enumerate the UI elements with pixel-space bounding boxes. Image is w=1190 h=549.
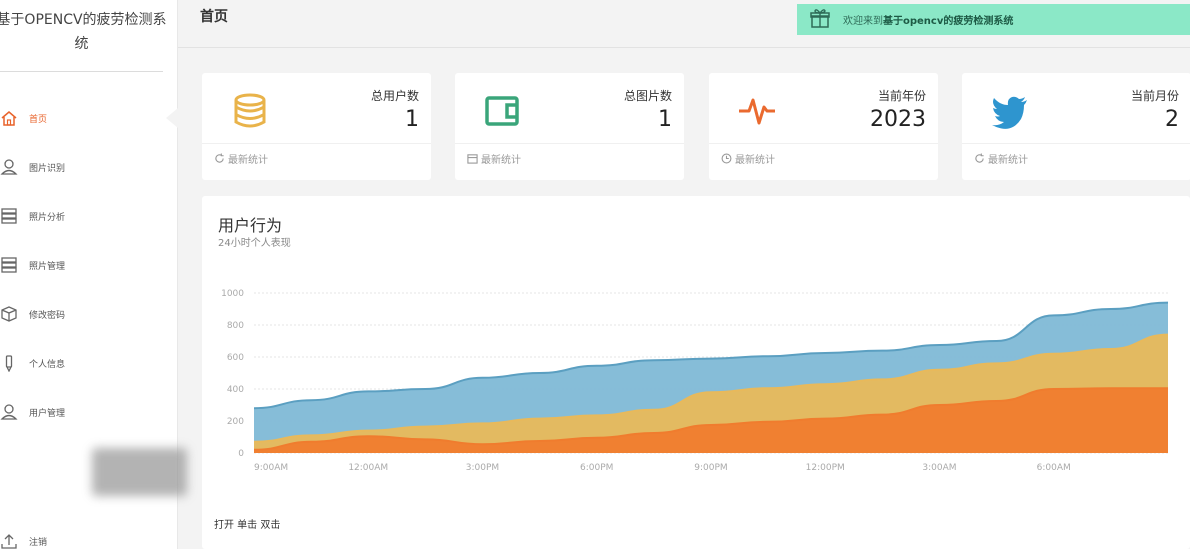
stat-footer: 最新统计 [214,151,268,166]
stat-value: 2 [1165,107,1179,132]
y-tick-label: 0 [238,449,244,459]
calendar-icon [467,154,478,164]
sidebar-item-photo-analysis[interactable]: 照片分析 [0,202,178,230]
refresh-icon [215,153,224,163]
x-tick-label: 9:00AM [254,463,288,473]
home-icon [0,109,18,127]
user-behavior-panel: 用户行为 24小时个人表现 0 200 400 600 800 1000 9:00AM 12:… [202,196,1190,549]
app-brand: 基于OPENCV的疲劳检测系统 [0,12,167,52]
sidebar-item-label: 照片分析 [29,212,66,223]
stat-card-year: 当前年份 2023 最新统计 [709,73,938,180]
server-icon [0,207,18,225]
stat-card-users: 总用户数 1 最新统计 [202,73,431,180]
sidebar-item-label: 用户管理 [29,408,66,419]
sidebar-item-personal-info[interactable]: 个人信息 [0,349,178,377]
x-tick-label: 9:00PM [694,463,727,473]
sidebar-item-change-password[interactable]: 修改密码 [0,300,178,328]
stat-footer: 最新统计 [467,151,521,166]
sidebar-item-home[interactable]: 首页 [0,104,178,132]
brand-divider [0,71,163,72]
stat-footer: 最新统计 [974,151,1028,166]
twitter-icon [990,91,1030,131]
stat-value: 2023 [870,107,926,132]
y-tick-label: 400 [227,385,244,395]
sidebar-item-image-recognition[interactable]: 图片识别 [0,153,178,181]
stat-footer: 最新统计 [721,151,775,166]
stat-value: 1 [405,107,419,132]
box-icon [0,305,18,323]
sidebar-item-label: 个人信息 [29,359,66,370]
user-icon [0,158,18,176]
sidebar-item-photo-management[interactable]: 照片管理 [0,251,178,279]
server-icon [0,256,18,274]
x-tick-label: 6:00AM [1037,463,1071,473]
database-icon [230,91,270,131]
chart-events-label: 打开 单击 双击 [214,520,281,531]
y-tick-label: 800 [227,321,244,331]
stat-value: 1 [658,107,672,132]
top-header: 首页 欢迎来到基于opencv的疲劳检测系统 [178,0,1190,48]
sidebar-item-label: 图片识别 [29,163,66,174]
x-tick-label: 6:00PM [580,463,613,473]
sidebar-item-user-management[interactable]: 用户管理 [0,398,178,426]
sidebar-item-label: 照片管理 [29,261,66,272]
page-title: 首页 [200,9,228,25]
user-icon [0,403,18,421]
stat-label: 当前月份 [1130,89,1179,103]
logout-button[interactable]: 注销 [0,527,178,549]
y-tick-label: 1000 [221,289,244,299]
upload-icon [0,532,18,549]
pen-icon [0,354,18,372]
blurred-region [92,448,187,496]
pulse-icon [737,91,777,131]
welcome-text: 欢迎来到基于opencv的疲劳检测系统 [843,16,1014,27]
y-tick-label: 200 [227,417,244,427]
card-divider [962,143,1190,144]
card-divider [455,143,684,144]
logout-label: 注销 [29,537,48,548]
welcome-banner: 欢迎来到基于opencv的疲劳检测系统 [797,4,1190,35]
area-chart: 0 200 400 600 800 1000 9:00AM 12:00AM 3:00PM 6:00… [221,289,1169,473]
x-tick-label: 12:00AM [348,463,388,473]
stat-label: 当前年份 [877,89,926,103]
wallet-icon [483,91,523,131]
x-tick-label: 3:00PM [466,463,499,473]
x-tick-label: 3:00AM [922,463,956,473]
x-tick-label: 12:00PM [806,463,845,473]
card-divider [202,143,431,144]
gift-icon [809,7,831,33]
refresh-icon [975,153,984,163]
sidebar-item-label: 修改密码 [29,310,66,321]
stat-label: 总图片数 [623,89,672,103]
sidebar-item-label: 首页 [29,114,48,125]
active-pointer [166,108,178,128]
stat-card-month: 当前月份 2 最新统计 [962,73,1190,180]
welcome-system-name: 基于opencv的疲劳检测系统 [883,16,1014,27]
stat-label: 总用户数 [370,89,419,103]
clock-icon [721,153,732,164]
stat-card-images: 总图片数 1 最新统计 [455,73,684,180]
sidebar: 基于OPENCV的疲劳检测系统 首页 图片识别 照片分析 照片管理 修改密码 个… [0,0,187,549]
y-tick-label: 600 [227,353,244,363]
card-divider [709,143,938,144]
